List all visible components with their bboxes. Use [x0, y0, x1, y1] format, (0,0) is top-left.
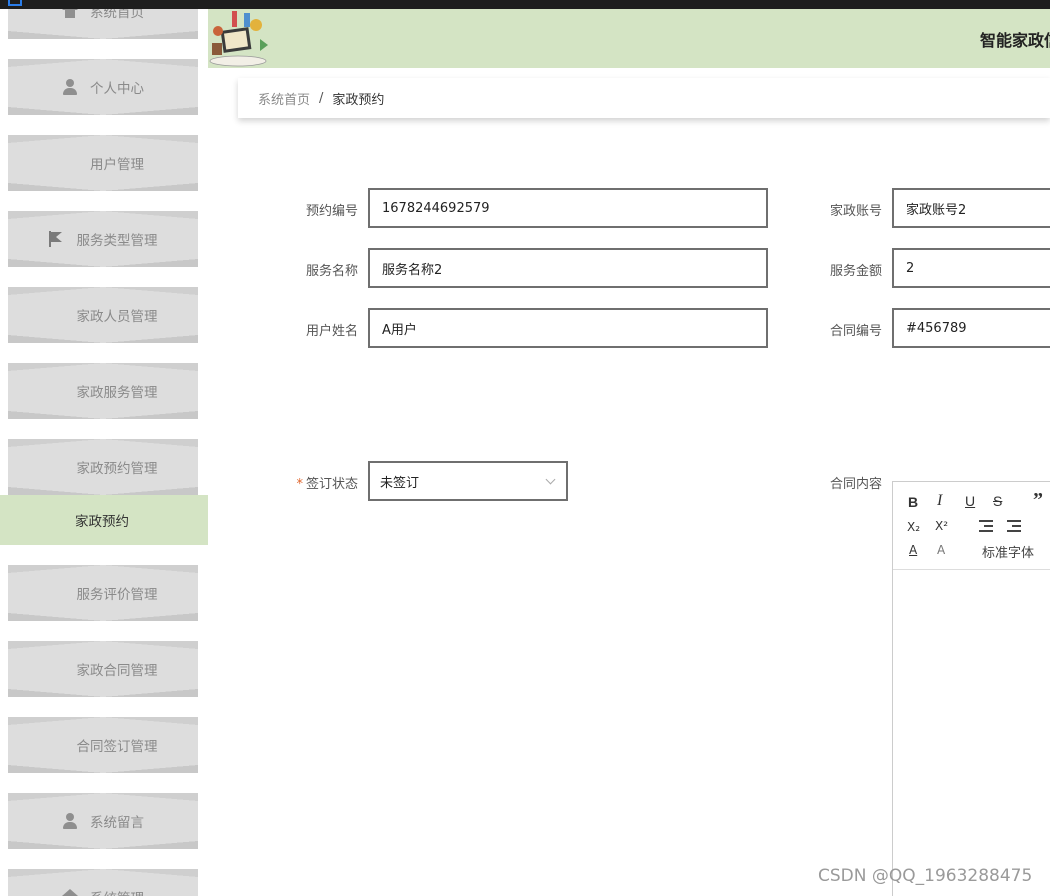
sidebar-item-booking-management[interactable]: 家政预约管理	[8, 439, 198, 495]
window-top-strip	[0, 0, 1050, 9]
service-name-input[interactable]: 服务名称2	[368, 248, 768, 288]
flag-icon	[48, 231, 65, 247]
sidebar-item-label: 家政服务管理	[76, 385, 158, 401]
indent-icon[interactable]	[1007, 520, 1021, 532]
gear-icon	[62, 889, 78, 896]
user-name-input[interactable]: A用户	[368, 308, 768, 348]
editor-toolbar: B I U S ” X₂ X² A A 标准字体	[893, 482, 1050, 570]
sidebar-item-label: 服务评价管理	[76, 587, 158, 603]
booking-no-input[interactable]: 1678244692579	[368, 188, 768, 228]
contract-content-editor[interactable]: B I U S ” X₂ X² A A 标准字体	[892, 481, 1050, 896]
housekeeping-account-input[interactable]: 家政账号2	[892, 188, 1050, 228]
window-icon	[8, 0, 22, 6]
sidebar-item-contract-signing-management[interactable]: 合同签订管理	[8, 717, 198, 773]
sign-status-select[interactable]: 未签订	[368, 461, 568, 501]
contract-no-input[interactable]: #456789	[892, 308, 1050, 348]
breadcrumb-separator: /	[319, 90, 324, 106]
sign-status-value: 未签订	[380, 475, 420, 491]
grid-icon	[49, 383, 65, 399]
service-amount-input[interactable]: 2	[892, 248, 1050, 288]
housekeeping-account-label: 家政账号	[829, 204, 882, 219]
quote-button[interactable]: ”	[1033, 490, 1043, 510]
grid-icon	[49, 459, 65, 475]
sidebar-item-label: 家政人员管理	[76, 309, 158, 325]
sidebar-item-user-management[interactable]: 用户管理	[8, 135, 198, 191]
grid-icon	[49, 307, 65, 323]
strikethrough-button[interactable]: S	[993, 493, 1002, 509]
sidebar-subitem-booking[interactable]: 家政预约	[0, 495, 208, 545]
sidebar-item-label: 系统管理	[90, 887, 144, 896]
user-name-label: 用户姓名	[305, 324, 358, 339]
user-icon	[62, 79, 78, 95]
outdent-icon[interactable]	[979, 520, 993, 532]
top-header: 智能家政信	[208, 9, 1050, 68]
underline-button[interactable]: U	[965, 493, 975, 509]
sidebar-item-staff-management[interactable]: 家政人员管理	[8, 287, 198, 343]
sidebar-item-label: 家政合同管理	[76, 663, 158, 679]
bold-button[interactable]: B	[908, 494, 918, 510]
sidebar-item-personal-center[interactable]: 个人中心	[8, 59, 198, 115]
grid-icon	[62, 155, 78, 171]
user-icon	[62, 813, 78, 829]
subscript-button[interactable]: X₂	[907, 519, 920, 535]
sidebar-item-service-management[interactable]: 家政服务管理	[8, 363, 198, 419]
service-name-label: 服务名称	[305, 264, 358, 279]
breadcrumb-home[interactable]: 系统首页	[258, 89, 310, 108]
superscript-button[interactable]: X²	[935, 518, 948, 534]
sidebar-item-review-management[interactable]: 服务评价管理	[8, 565, 198, 621]
chevron-down-icon	[545, 474, 556, 485]
sidebar-item-label: 系统留言	[90, 815, 144, 831]
booking-no-label: 预约编号	[305, 204, 358, 219]
sidebar-item-label: 家政预约管理	[76, 461, 158, 477]
sidebar-item-contract-management[interactable]: 家政合同管理	[8, 641, 198, 697]
background-color-button[interactable]: A	[937, 542, 945, 558]
font-family-select[interactable]: 标准字体	[982, 542, 1034, 561]
grid-icon	[49, 661, 65, 677]
sidebar-item-messages[interactable]: 系统留言	[8, 793, 198, 849]
contract-content-label: 合同内容	[829, 477, 882, 492]
grid-icon	[49, 737, 65, 753]
grid-icon	[49, 585, 65, 601]
sidebar-item-label: 用户管理	[90, 157, 144, 173]
font-color-button[interactable]: A	[909, 542, 917, 558]
italic-button[interactable]: I	[937, 493, 942, 509]
sign-status-label-text: 签订状态	[305, 477, 358, 492]
site-title: 智能家政信	[980, 31, 1050, 50]
contract-no-label: 合同编号	[829, 324, 882, 339]
sidebar-item-label: 合同签订管理	[76, 739, 158, 755]
sidebar-item-label: 个人中心	[90, 81, 144, 97]
sidebar-item-label: 服务类型管理	[76, 233, 158, 249]
required-mark: *	[296, 477, 303, 492]
logo	[208, 9, 270, 68]
watermark: CSDN @QQ_1963288475	[818, 866, 1033, 886]
sign-status-label: * 签订状态	[278, 473, 358, 492]
breadcrumb-current: 家政预约	[332, 92, 385, 108]
sidebar-item-system-management[interactable]: 系统管理	[8, 869, 198, 896]
sidebar-item-service-type-management[interactable]: 服务类型管理	[8, 211, 198, 267]
sidebar: 系统首页 个人中心 用户管理 服务类型管理 家政人员管理 家政服务管理 家政预约…	[0, 0, 208, 896]
service-amount-label: 服务金额	[829, 264, 882, 279]
breadcrumb: 系统首页 / 家政预约	[238, 78, 1050, 118]
